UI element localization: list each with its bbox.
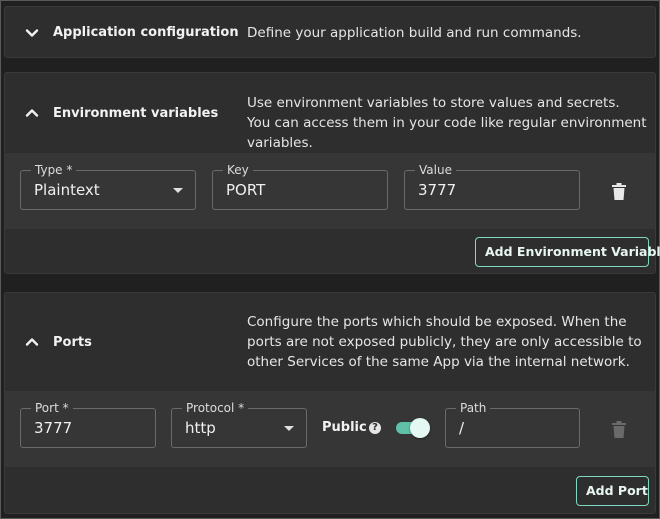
chevron-up-icon[interactable] — [25, 106, 39, 120]
port-label: Port * — [31, 400, 73, 416]
path-field[interactable]: Path / — [445, 400, 580, 448]
environment-variables-section: Environment variables Use environment va… — [4, 72, 660, 274]
key-field[interactable]: Key PORT — [212, 162, 388, 210]
public-label: Public — [322, 420, 367, 435]
add-environment-variable-button[interactable]: Add Environment Variable — [475, 237, 660, 267]
ports-header[interactable]: Ports Configure the ports which should b… — [5, 293, 655, 389]
type-select[interactable]: Type * Plaintext — [20, 162, 196, 210]
env-var-row: Type * Plaintext Key PORT Value 3777 — [5, 153, 655, 229]
chevron-up-icon[interactable] — [25, 335, 39, 349]
public-toggle[interactable] — [396, 418, 430, 438]
value-value: 3777 — [418, 181, 457, 199]
add-port-button[interactable]: Add Port — [576, 476, 649, 506]
application-configuration-section: Application configuration Define your ap… — [4, 6, 656, 58]
ports-section: Ports Configure the ports which should b… — [4, 292, 656, 514]
trash-icon — [612, 421, 626, 438]
protocol-select[interactable]: Protocol * http — [171, 400, 307, 448]
key-label: Key — [223, 162, 253, 178]
caret-down-icon — [284, 426, 294, 431]
application-configuration-header[interactable]: Application configuration Define your ap… — [5, 7, 655, 59]
toggle-knob — [410, 418, 430, 438]
path-label: Path — [456, 400, 491, 416]
type-label: Type * — [31, 162, 77, 178]
trash-icon[interactable] — [612, 183, 626, 200]
section-description: Use environment variables to store value… — [247, 95, 647, 151]
section-title: Environment variables — [53, 106, 219, 121]
port-field[interactable]: Port * 3777 — [20, 400, 156, 448]
protocol-label: Protocol * — [182, 400, 249, 416]
value-field[interactable]: Value 3777 — [404, 162, 580, 210]
section-description: Configure the ports which should be expo… — [247, 314, 642, 370]
type-value: Plaintext — [34, 181, 100, 199]
chevron-down-icon[interactable] — [25, 26, 39, 40]
value-label: Value — [415, 162, 456, 178]
port-row: Port * 3777 Protocol * http Public ? Pat… — [5, 391, 655, 467]
environment-variables-header[interactable]: Environment variables Use environment va… — [5, 73, 655, 151]
section-title: Ports — [53, 335, 92, 350]
port-value: 3777 — [34, 419, 73, 437]
caret-down-icon — [173, 188, 183, 193]
path-value: / — [459, 419, 465, 437]
section-description: Define your application build and run co… — [247, 25, 582, 41]
section-title: Application configuration — [53, 25, 239, 40]
key-value: PORT — [226, 181, 266, 199]
protocol-value: http — [185, 419, 216, 437]
question-circle-icon[interactable]: ? — [369, 422, 381, 434]
